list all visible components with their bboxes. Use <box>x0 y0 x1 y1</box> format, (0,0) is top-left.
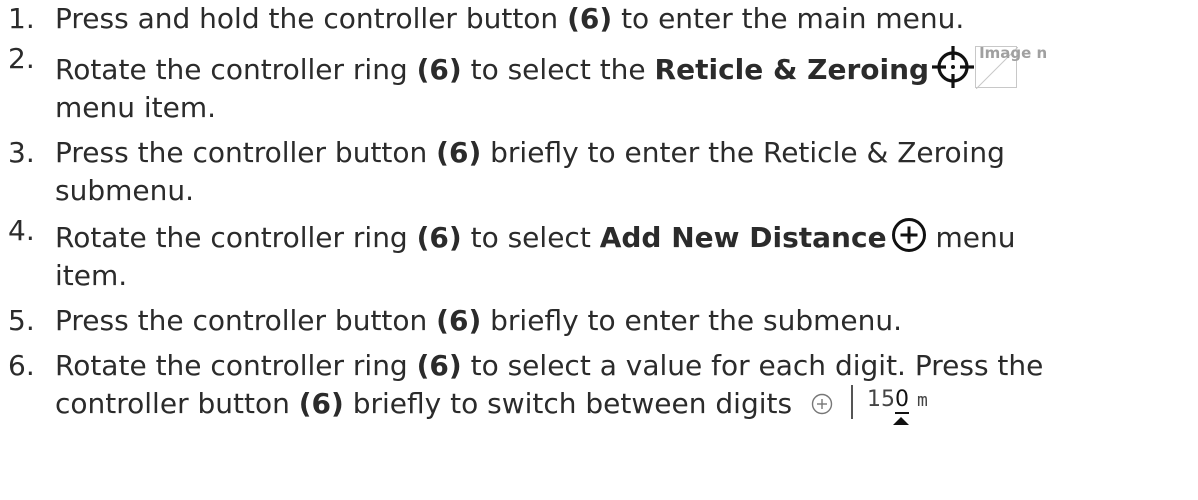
step-text: controller button <box>55 387 299 420</box>
step-text: briefly to enter the Reticle & Zeroing <box>481 136 1005 169</box>
step-1: 1. Press and hold the controller button … <box>0 0 1198 38</box>
step-text: Press the controller button <box>55 304 437 337</box>
step-text: Rotate the controller ring <box>55 221 417 254</box>
step-3: 3. Press the controller button (6) brief… <box>0 134 1198 210</box>
step-text: Press the controller button <box>55 136 437 169</box>
step-text: to enter the main menu. <box>612 2 965 35</box>
distance-editor-preview: 150 m <box>807 385 957 425</box>
step-text: Rotate the controller ring <box>55 349 417 382</box>
step-number: 5. <box>8 304 35 337</box>
plus-circle-icon <box>811 393 833 415</box>
button-reference: (6) <box>298 387 344 420</box>
reticle-icon <box>932 46 975 88</box>
step-number: 2. <box>8 42 35 75</box>
step-text: Rotate the controller ring <box>55 53 417 86</box>
step-text: briefly to switch between digits <box>343 387 801 420</box>
step-text-continued: menu item. <box>55 91 217 124</box>
step-text: Press and hold the controller button <box>55 2 568 35</box>
menu-item-name: Reticle & Zeroing <box>654 53 930 86</box>
step-text: to select the <box>461 53 655 86</box>
step-text-continued: item. <box>55 259 128 292</box>
step-text: to select a value for each digit. Press … <box>461 349 1044 382</box>
step-number: 6. <box>8 349 35 382</box>
step-text: briefly to enter the submenu. <box>481 304 903 337</box>
distance-unit: m <box>916 390 928 411</box>
button-reference: (6) <box>416 221 462 254</box>
broken-image-icon: Image n <box>975 44 1047 89</box>
image-alt-text: Image n <box>979 44 1048 62</box>
step-number: 3. <box>8 136 35 169</box>
step-6: 6. Rotate the controller ring (6) to sel… <box>0 347 1198 425</box>
step-4: 4. Rotate the controller ring (6) to sel… <box>0 214 1198 295</box>
distance-digits: 15 <box>866 387 895 412</box>
button-reference: (6) <box>567 2 613 35</box>
step-text-continued: submenu. <box>55 174 195 207</box>
divider <box>850 385 853 419</box>
step-text: menu <box>926 221 1016 254</box>
active-digit-caret-icon <box>892 417 909 425</box>
step-text: to select <box>461 221 600 254</box>
active-digit: 0 <box>894 387 909 414</box>
step-number: 4. <box>8 214 35 247</box>
menu-item-name: Add New Distance <box>599 221 887 254</box>
step-text-continued: controller button (6) briefly to switch … <box>55 385 1198 425</box>
plus-circle-icon <box>891 218 926 252</box>
button-reference: (6) <box>436 136 482 169</box>
instruction-list: 1. Press and hold the controller button … <box>0 0 1198 430</box>
button-reference: (6) <box>416 53 462 86</box>
step-number: 1. <box>8 2 35 35</box>
button-reference: (6) <box>416 349 462 382</box>
distance-value: 150 m <box>867 387 928 414</box>
step-5: 5. Press the controller button (6) brief… <box>0 302 1198 340</box>
step-2: 2. Rotate the controller ring (6) to sel… <box>0 42 1198 127</box>
button-reference: (6) <box>436 304 482 337</box>
